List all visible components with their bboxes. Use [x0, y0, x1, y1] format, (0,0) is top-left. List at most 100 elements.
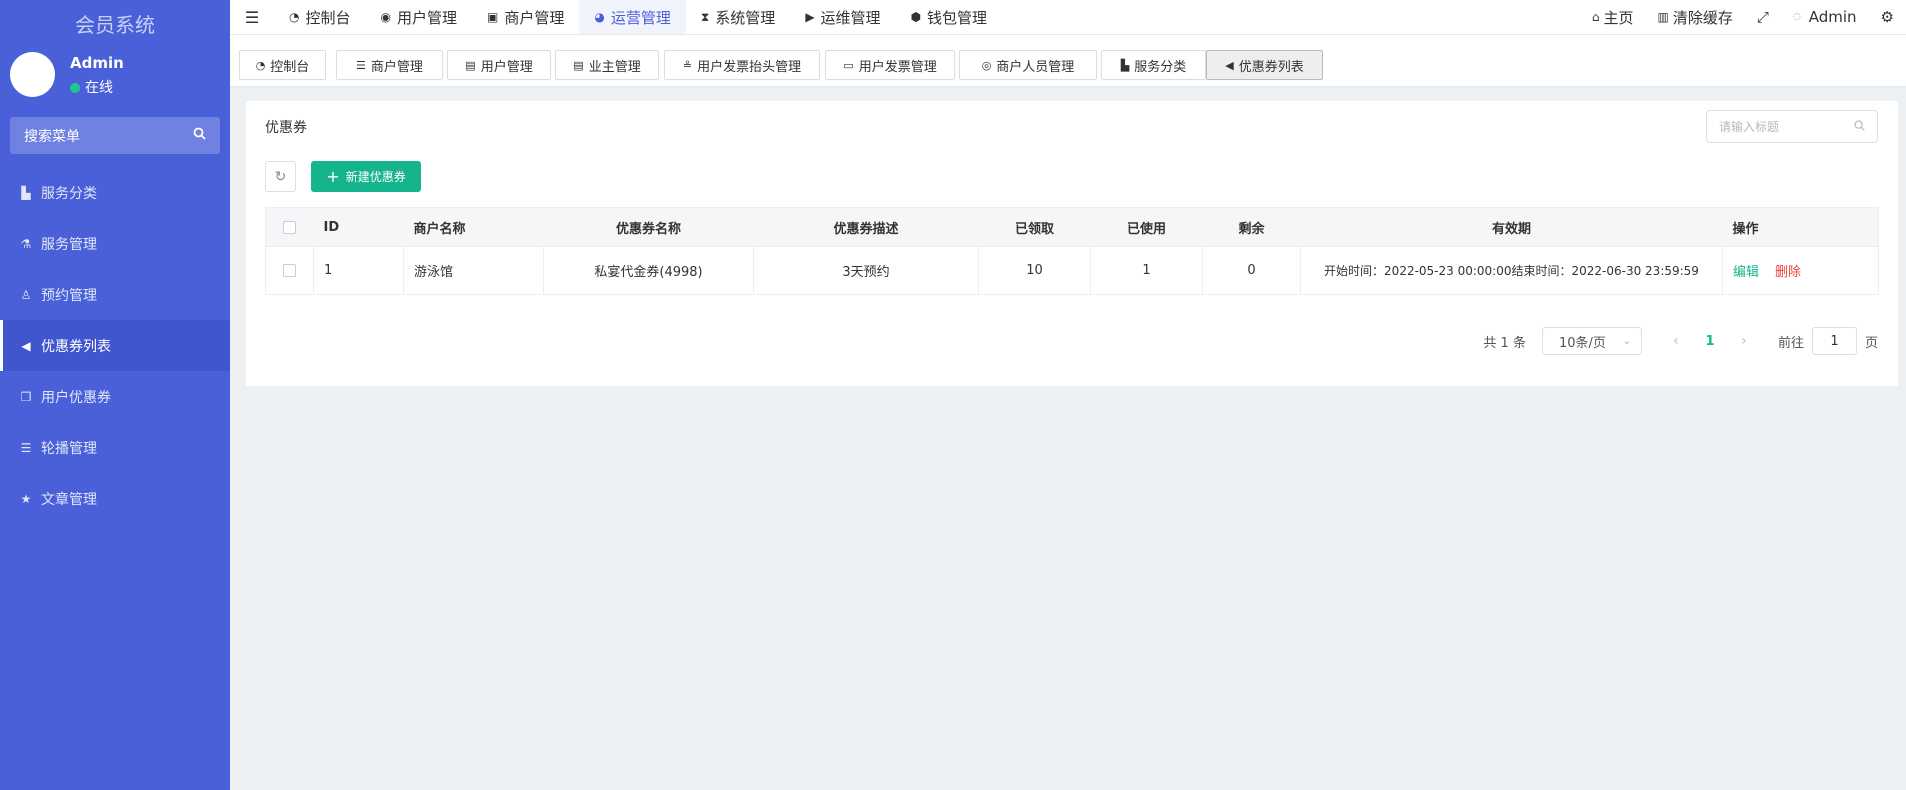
search-icon[interactable] — [1854, 119, 1865, 134]
title-search-placeholder: 请输入标题 — [1719, 120, 1780, 134]
plus-icon: + — [326, 166, 340, 186]
cell-merchant: 游泳馆 — [403, 246, 544, 295]
goto-label: 前往 — [1777, 335, 1804, 351]
tab-user-management[interactable]: ▤ 用户管理 — [447, 50, 551, 80]
tab-merchant-staff-management[interactable]: ◎ 商户人员管理 — [959, 50, 1097, 80]
column-header-validity[interactable]: 有效期 — [1300, 207, 1723, 247]
fullscreen-button[interactable]: ⤢ — [1745, 8, 1781, 26]
coupon-panel: 优惠券 请输入标题 ↻ + 新建优惠券 ID 商户名称 优惠券名称 优惠券描述 … — [246, 101, 1898, 386]
topnav-system-management[interactable]: ⧗ 系统管理 — [686, 0, 790, 34]
cube-icon: ⬢ — [910, 10, 922, 24]
fullscreen-icon: ⤢ — [1756, 8, 1769, 26]
top-nav: ☰ ◔ 控制台 ◉ 用户管理 ▣ 商户管理 ◕ 运营管理 ⧗ 系统管理 ▶ 运维管理 ⬢ 钱包… — [230, 0, 1002, 34]
column-header-coupon-desc[interactable]: 优惠券描述 — [753, 207, 979, 247]
page-number[interactable]: 1 — [1690, 334, 1730, 349]
menu-search-input[interactable]: 搜索菜单 — [10, 117, 220, 154]
settings-button[interactable]: ⚙ — [1869, 8, 1906, 26]
column-header-coupon-name[interactable]: 优惠券名称 — [543, 207, 754, 247]
refresh-icon: ↻ — [274, 168, 287, 185]
sidebar-item-carousel[interactable]: ☰ 轮播管理 — [0, 422, 230, 473]
tab-label: 控制台 — [270, 59, 310, 75]
refresh-button[interactable]: ↻ — [265, 161, 296, 192]
topnav-user-management[interactable]: ◉ 用户管理 — [366, 0, 473, 34]
hourglass-icon: ⧗ — [700, 9, 710, 24]
sidebar-item-label: 文章管理 — [41, 491, 97, 508]
user-panel: Admin 在线 — [0, 50, 230, 116]
sidebar-item-service-category[interactable]: ▙ 服务分类 — [0, 167, 230, 218]
tab-label: 用户发票管理 — [858, 59, 937, 75]
sidebar-item-appointments[interactable]: ♙ 预约管理 — [0, 269, 230, 320]
tab-invoice-management[interactable]: ▭ 用户发票管理 — [825, 50, 955, 80]
search-icon[interactable] — [193, 127, 206, 144]
topnav-label: 用户管理 — [396, 8, 457, 27]
sidebar-item-articles[interactable]: ★ 文章管理 — [0, 473, 230, 524]
user-status: 在线 — [70, 77, 113, 97]
select-all-checkbox[interactable] — [283, 220, 297, 234]
prev-page-icon[interactable]: ‹ — [1662, 333, 1690, 349]
tab-label: 商户管理 — [370, 59, 423, 75]
column-header-used[interactable]: 已使用 — [1090, 207, 1203, 247]
home-link[interactable]: ⌂ 主页 — [1580, 7, 1646, 28]
keyboard-icon: ▭ — [843, 58, 854, 72]
dashboard-icon: ◔ — [255, 58, 266, 72]
add-coupon-button[interactable]: + 新建优惠券 — [311, 161, 421, 192]
topnav-label: 商户管理 — [504, 8, 565, 27]
cell-coupon-desc: 3天预约 — [753, 246, 979, 295]
tabs-bar: ◔ 控制台 ☰ 商户管理 ▤ 用户管理 ▤ 业主管理 ≗ 用户发票抬头管理 ▭ 用户发票管理… — [230, 34, 1906, 86]
cell-coupon-name: 私宴代金券(4998) — [543, 246, 754, 295]
edit-button[interactable]: 编辑 — [1733, 265, 1759, 280]
brand-title: 会员系统 — [75, 13, 155, 37]
shop-icon: ▣ — [487, 10, 499, 24]
column-header-id[interactable]: ID — [313, 207, 404, 247]
page-size-select[interactable]: 10条/页 ⌄ — [1541, 327, 1642, 355]
pagination: 共 1 条 10条/页 ⌄ ‹ 1 › 前往 页 — [1483, 327, 1878, 355]
home-label: 主页 — [1603, 8, 1634, 27]
user-name: Admin — [70, 54, 124, 72]
tab-service-category[interactable]: ▙ 服务分类 — [1101, 50, 1206, 80]
top-navbar: ☰ ◔ 控制台 ◉ 用户管理 ▣ 商户管理 ◕ 运营管理 ⧗ 系统管理 ▶ 运维管理 ⬢ 钱包… — [230, 0, 1906, 34]
column-header-remaining[interactable]: 剩余 — [1202, 207, 1301, 247]
column-header-received[interactable]: 已领取 — [978, 207, 1091, 247]
home-icon: ⌂ — [1591, 10, 1600, 24]
tab-merchant-management[interactable]: ☰ 商户管理 — [336, 50, 443, 80]
topnav-wallet-management[interactable]: ⬢ 钱包管理 — [896, 0, 1003, 34]
topnav-merchant-management[interactable]: ▣ 商户管理 — [472, 0, 579, 34]
delete-button[interactable]: 删除 — [1775, 265, 1801, 280]
table-row: 1 游泳馆 私宴代金券(4998) 3天预约 10 1 0 开始时间：2022-… — [265, 246, 1879, 295]
play-square-icon: ▶ — [805, 10, 815, 24]
tab-coupon-list[interactable]: ◀ 优惠券列表 — [1206, 50, 1323, 80]
topnav-operations-management[interactable]: ◕ 运营管理 — [579, 0, 686, 34]
topnav-label: 控制台 — [305, 8, 351, 27]
topnav-ops-management[interactable]: ▶ 运维管理 — [790, 0, 895, 34]
sidebar-item-label: 轮播管理 — [41, 440, 97, 457]
clear-cache-button[interactable]: ▥ 清除缓存 — [1646, 7, 1745, 28]
user-menu[interactable]: ◌ Admin — [1781, 8, 1869, 26]
topnav-label: 系统管理 — [715, 8, 776, 27]
hotel-icon: ▙ — [1120, 58, 1130, 72]
cell-used: 1 — [1090, 246, 1203, 295]
hotel-icon: ▙ — [21, 185, 31, 200]
add-coupon-label: 新建优惠券 — [345, 170, 406, 184]
title-search-input[interactable]: 请输入标题 — [1706, 110, 1878, 143]
sidebar-item-coupon-list[interactable]: ◀ 优惠券列表 — [0, 320, 230, 371]
next-page-icon[interactable]: › — [1730, 333, 1758, 349]
tab-invoice-title-management[interactable]: ≗ 用户发票抬头管理 — [664, 50, 820, 80]
online-dot-icon — [70, 83, 80, 93]
star-icon: ★ — [20, 491, 32, 506]
column-header-merchant[interactable]: 商户名称 — [403, 207, 544, 247]
topnav-label: 钱包管理 — [927, 8, 988, 27]
row-checkbox[interactable] — [283, 264, 296, 277]
user-avatar-icon: ◌ — [1792, 12, 1801, 22]
tab-label: 业主管理 — [588, 59, 641, 75]
sidebar-item-label: 用户优惠券 — [41, 389, 111, 406]
person-walking-icon: ♙ — [20, 287, 32, 302]
copy-icon: ❐ — [20, 389, 32, 404]
sidebar-item-service-management[interactable]: ⚗ 服务管理 — [0, 218, 230, 269]
tab-dashboard[interactable]: ◔ 控制台 — [239, 50, 326, 80]
sidebar-item-label: 服务分类 — [41, 185, 97, 202]
sidebar-item-user-coupons[interactable]: ❐ 用户优惠券 — [0, 371, 230, 422]
goto-page-input[interactable] — [1811, 327, 1857, 355]
tab-owner-management[interactable]: ▤ 业主管理 — [555, 50, 659, 80]
menu-toggle-icon[interactable]: ☰ — [230, 0, 274, 34]
topnav-dashboard[interactable]: ◔ 控制台 — [274, 0, 366, 34]
